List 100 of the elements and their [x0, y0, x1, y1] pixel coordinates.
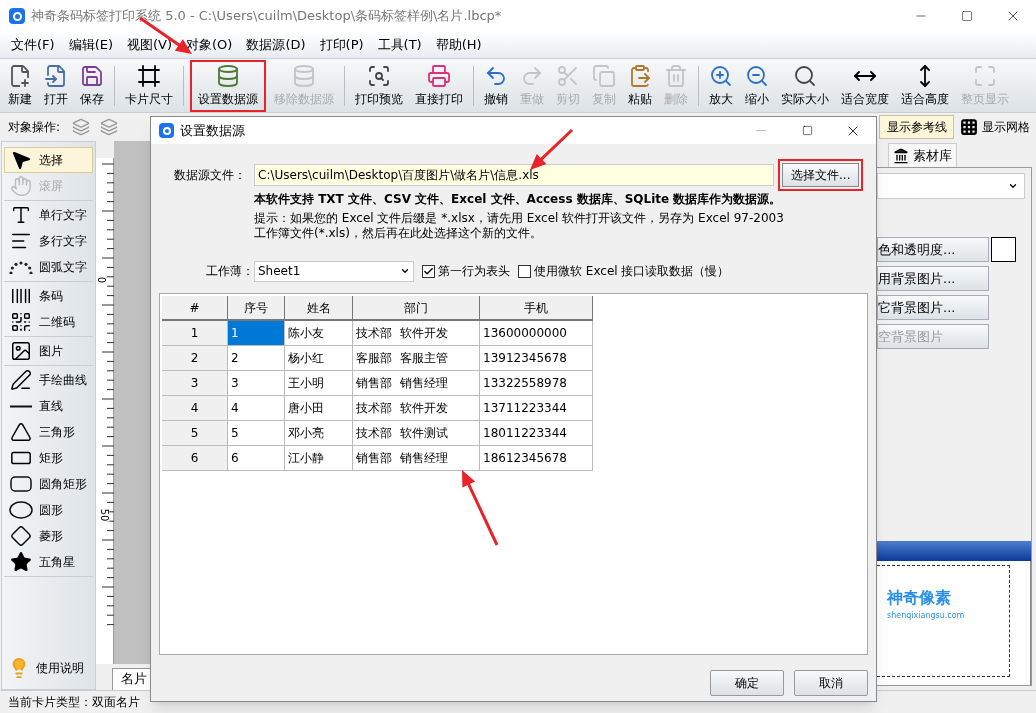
tool-item[interactable]: 二维码: [4, 309, 93, 335]
column-header: #: [162, 296, 228, 321]
option-checkbox[interactable]: 使用微软 Excel 接口读取数据（慢）: [518, 262, 730, 280]
tool-item[interactable]: 单行文字: [4, 202, 93, 228]
dialog-title: 设置数据源: [180, 121, 245, 140]
table-cell: 4: [228, 396, 285, 421]
tool-item[interactable]: 矩形: [4, 445, 93, 471]
table-cell: 技术部 软件开发: [353, 396, 480, 421]
table-cell: 18612345678: [480, 446, 593, 471]
cancel-button[interactable]: 取消: [794, 670, 868, 696]
column-header: 姓名: [285, 296, 353, 321]
tool-item[interactable]: 图片: [4, 338, 93, 364]
choose-file-button[interactable]: 选择文件...: [782, 163, 860, 187]
annotation-arrow: [530, 128, 574, 170]
tool-item[interactable]: 圆弧文字: [4, 254, 93, 280]
option-checkbox[interactable]: 第一行为表头: [422, 262, 510, 280]
column-header: 序号: [228, 296, 285, 321]
save-icon: [80, 63, 104, 88]
tool-item[interactable]: 选择: [4, 147, 93, 173]
tool-item[interactable]: 圆形: [4, 497, 93, 523]
tool-item[interactable]: 三角形: [4, 419, 93, 445]
toolbar-button[interactable]: 保存: [74, 61, 110, 110]
toolbar-button[interactable]: 粘贴: [622, 61, 658, 110]
check-icon: [423, 265, 434, 277]
guides-button[interactable]: 显示参考线: [879, 115, 954, 139]
tool-item[interactable]: 五角星: [4, 549, 93, 575]
table-cell: 杨小红: [285, 346, 353, 371]
color-swatch[interactable]: [991, 237, 1016, 262]
status-text: 当前卡片类型：双面名片: [8, 694, 140, 711]
toolbar-button[interactable]: 放大: [703, 61, 739, 110]
field-label: 数据源文件：: [173, 167, 247, 184]
panel-button[interactable]: 它背景图片...: [877, 295, 989, 320]
tool-item[interactable]: 条码: [4, 283, 93, 309]
tool-item[interactable]: 直线: [4, 393, 93, 419]
toolbar-button[interactable]: 打印预览: [349, 61, 409, 110]
ruler-label: 0: [96, 276, 107, 284]
pointer-icon: [10, 149, 32, 171]
app-logo-icon: [9, 8, 25, 24]
menu-item[interactable]: 视图(V): [120, 35, 180, 55]
grid-button[interactable]: 显示网格: [954, 115, 1036, 139]
toolbar-button[interactable]: 直接打印: [409, 61, 469, 110]
menu-item[interactable]: 文件(F): [4, 35, 62, 55]
library-tab[interactable]: 素材库: [888, 143, 957, 167]
website-text: shenqixiangsu.com: [887, 610, 966, 622]
table-cell: 技术部 软件测试: [353, 421, 480, 446]
panel-button[interactable]: 用背景图片...: [877, 266, 989, 291]
column-header: 手机: [480, 296, 593, 321]
table-cell: 1: [228, 321, 285, 346]
row-header: 6: [162, 446, 228, 471]
scissors-icon: [556, 63, 580, 88]
field-label: 工作薄：: [205, 263, 254, 280]
table-cell: 销售部 销售经理: [353, 446, 480, 471]
menu-item[interactable]: 编辑(E): [61, 35, 120, 55]
caret-icon: [1008, 181, 1018, 191]
tool-item[interactable]: 多行文字: [4, 228, 93, 254]
table-cell: 13600000000: [480, 321, 593, 346]
toolbar-button[interactable]: 适合宽度: [835, 61, 895, 110]
toolbar-button[interactable]: 撤销: [478, 61, 514, 110]
menu-item[interactable]: 工具(T): [370, 35, 429, 55]
object-ops-label: 对象操作:: [8, 119, 61, 136]
toolbar-button[interactable]: 缩小: [739, 61, 775, 110]
sheet-select[interactable]: Sheet1: [254, 260, 414, 282]
pen-icon: [10, 369, 32, 391]
toolbar-button[interactable]: 新建: [2, 61, 38, 110]
image-icon: [10, 340, 32, 362]
line-icon: [10, 404, 32, 408]
minimize-icon: [756, 130, 766, 131]
text-icon: [10, 204, 32, 226]
menu-item[interactable]: 对象(O): [179, 35, 240, 55]
hint-text: 提示：如果您的 Excel 文件后缀是 *.xlsx，请先用 Excel 软件打开该文件，另存为 Excel 97-2003 工作簿文件(*.xls)，然后再在此处选择这个新的文件。: [254, 211, 785, 241]
menu-item[interactable]: 打印(P): [312, 35, 371, 55]
help-button[interactable]: 使用说明: [4, 653, 93, 683]
copy-icon: [592, 63, 616, 88]
app-logo-icon: [159, 123, 174, 138]
table-cell: 邓小亮: [285, 421, 353, 446]
toolbar-button[interactable]: 设置数据源: [192, 61, 264, 110]
support-note: 本软件支持 TXT 文件、CSV 文件、Excel 文件、Access 数据库、SQLite 数据库作为数据源。: [254, 191, 783, 208]
search-icon: [793, 63, 817, 88]
file-path-field[interactable]: C:\Users\cuilm\Desktop\百度图片\做名片\信息.xls: [254, 164, 774, 186]
tool-item[interactable]: 圆角矩形: [4, 471, 93, 497]
table-cell: 2: [228, 346, 285, 371]
printer-icon: [427, 63, 451, 88]
menu-item[interactable]: 帮助(H): [428, 35, 489, 55]
ok-button[interactable]: 确定: [710, 670, 784, 696]
triangle-icon: [10, 421, 32, 443]
table-cell: 13912345678: [480, 346, 593, 371]
toolbar-button[interactable]: 适合高度: [895, 61, 955, 110]
tool-item[interactable]: 手绘曲线: [4, 367, 93, 393]
row-header: 4: [162, 396, 228, 421]
database-icon: [216, 63, 240, 88]
menu-item[interactable]: 数据源(D): [239, 35, 313, 55]
toolbar-button[interactable]: 卡片尺寸: [119, 61, 179, 110]
tool-item[interactable]: 菱形: [4, 523, 93, 549]
toolbar-button[interactable]: 实际大小: [775, 61, 835, 110]
toolbar-button[interactable]: 打开: [38, 61, 74, 110]
panel-button[interactable]: 色和透明度...: [877, 237, 989, 262]
table-cell: 王小明: [285, 371, 353, 396]
dropdown[interactable]: [877, 173, 1025, 199]
table-cell: 6: [228, 446, 285, 471]
paste-icon: [628, 63, 652, 88]
